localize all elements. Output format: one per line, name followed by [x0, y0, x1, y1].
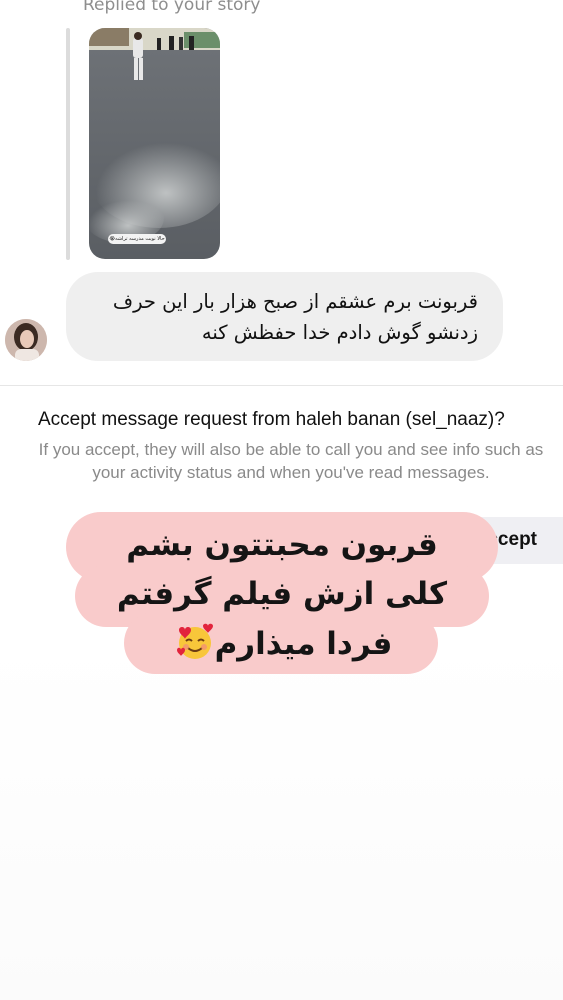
overlay-text-line: کلی ازش فیلم گرفتم: [116, 576, 448, 612]
divider: [0, 385, 563, 386]
message-text-line: قربونت برم عشقم از صبح هزار بار این حرف: [112, 290, 478, 313]
reply-indicator-line: [66, 28, 70, 260]
description-line: If you accept, they will also be able to…: [38, 440, 544, 459]
overlay-text-line: قربون محبتتون بشم: [126, 527, 438, 563]
story-image: [89, 28, 220, 259]
empty-content-area: [0, 640, 563, 1000]
story-caption: حالا نوبت مدرسه تراشه😭: [108, 234, 166, 244]
message-request-description: If you accept, they will also be able to…: [0, 438, 563, 484]
description-line: your activity status and when you've rea…: [92, 463, 490, 482]
message-text-line: زدنشو گوش دادم خدا حفظش کنه: [201, 321, 478, 344]
message-bubble[interactable]: قربونت برم عشقم از صبح هزار بار این حرف …: [66, 272, 503, 361]
overlay-text-line3: فردا میذارم: [214, 626, 393, 662]
story-thumbnail[interactable]: حالا نوبت مدرسه تراشه😭: [89, 28, 220, 259]
avatar[interactable]: [5, 319, 47, 361]
profile-photo: [5, 319, 47, 361]
message-request-title: Accept message request from haleh banan …: [38, 409, 505, 430]
smiling-face-with-hearts-icon: [176, 623, 213, 659]
overlay-text-line: فردا میذارم: [66, 622, 498, 662]
replied-to-story-label: Replied to your story: [83, 0, 261, 15]
